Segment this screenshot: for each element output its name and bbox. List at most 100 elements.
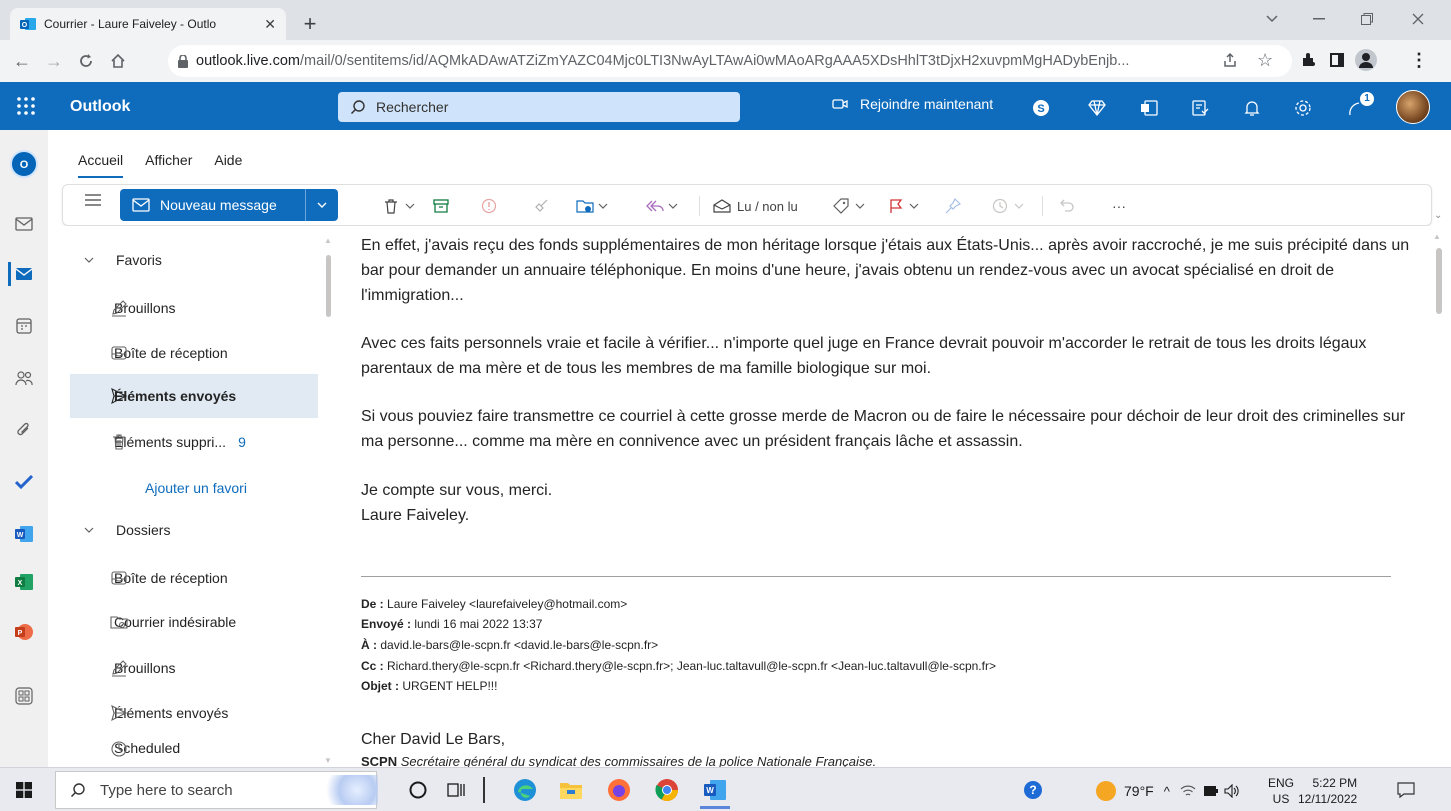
flag-icon[interactable] [889,194,919,218]
favorite-sent-items[interactable]: Éléments envoyés [70,374,318,418]
tab-search-icon[interactable] [1249,4,1295,34]
help-icon[interactable]: ? [1022,779,1044,801]
premium-diamond-icon[interactable] [1085,96,1109,120]
chevron-up-icon[interactable]: ^ [1164,784,1170,799]
folder-drafts[interactable]: Brouillons [70,649,318,687]
forward-icon[interactable]: → [38,45,70,77]
skype-icon[interactable]: S [1029,96,1053,120]
reading-scroll-up-icon[interactable]: ▲ [1433,232,1441,241]
move-to-folder-icon[interactable] [576,194,608,218]
chrome-icon[interactable] [654,777,680,803]
ribbon-collapse-chevron-icon[interactable]: ⌄ [1434,210,1442,221]
join-meeting-button[interactable]: Rejoindre maintenant [832,96,993,112]
close-tab-icon[interactable]: ✕ [264,16,276,33]
user-avatar[interactable] [1396,90,1430,124]
notification-center-icon[interactable] [1396,781,1416,799]
people-icon[interactable] [12,366,36,390]
report-icon[interactable] [481,194,497,218]
speaker-icon[interactable] [1224,784,1240,798]
svg-text:S: S [1037,103,1044,115]
folder-scroll-down-icon[interactable]: ▼ [324,756,332,765]
favorite-inbox[interactable]: Boîte de réception [70,334,318,372]
word-taskbar-icon[interactable]: W [702,777,728,803]
new-message-label: Nouveau message [160,197,277,213]
attachment-icon[interactable] [12,418,36,442]
new-message-button[interactable]: Nouveau message [120,189,338,221]
address-bar[interactable]: outlook.live.com/mail/0/sentitems/id/AQM… [168,45,1292,77]
outlook-app-icon[interactable]: O [10,150,38,178]
reload-icon[interactable] [70,45,102,77]
folder-pane-scrollbar[interactable] [326,255,331,317]
undo-icon[interactable] [1059,194,1075,218]
more-apps-icon[interactable] [12,684,36,708]
folder-label: Éléments envoyés [114,705,229,721]
powerpoint-app-icon[interactable]: P [12,620,36,644]
cortana-icon[interactable] [408,780,428,800]
home-icon[interactable] [102,45,134,77]
mail-icon[interactable] [12,262,36,286]
favorite-drafts[interactable]: Brouillons [70,289,318,327]
bell-icon[interactable] [1240,96,1264,120]
my-day-icon[interactable] [1188,96,1212,120]
close-window-button[interactable] [1395,4,1441,34]
pin-icon[interactable] [945,194,961,218]
sweep-icon[interactable] [533,194,549,218]
outlook-brand[interactable]: Outlook [70,98,130,116]
weather-sun-icon[interactable] [1096,781,1116,801]
word-app-icon[interactable]: W [12,522,36,546]
app-launcher-icon[interactable] [16,96,36,116]
battery-icon[interactable] [1203,786,1218,796]
profile-icon[interactable] [1355,49,1377,71]
restore-button[interactable] [1344,4,1390,34]
taskbar-search-box[interactable]: Type here to search [55,771,378,809]
task-view-icon[interactable] [446,780,466,800]
windows-start-icon[interactable] [16,782,32,798]
read-unread-button[interactable]: Lu / non lu [713,194,798,218]
share-icon[interactable] [1222,52,1238,68]
tab-accueil[interactable]: Accueil [78,152,124,178]
weather-temperature[interactable]: 79°F [1124,783,1154,799]
folder-scheduled[interactable]: Scheduled [70,739,318,767]
mail-outline-icon[interactable] [12,212,36,236]
browser-tab[interactable]: O Courrier - Laure Faiveley - Outlo ✕ [10,8,286,40]
firefox-icon[interactable] [606,777,632,803]
snooze-clock-icon[interactable] [992,194,1024,218]
reply-all-icon[interactable] [644,194,678,218]
hamburger-menu-icon[interactable] [84,193,104,213]
bookmark-star-icon[interactable]: ☆ [1257,50,1273,71]
network-icon[interactable] [1180,784,1196,798]
minimize-button[interactable] [1296,4,1342,34]
folder-inbox[interactable]: Boîte de réception [70,559,318,597]
chevron-down-icon[interactable] [306,202,338,208]
side-panel-icon[interactable] [1329,52,1345,68]
folder-scroll-up-icon[interactable]: ▲ [324,236,332,245]
browser-menu-icon[interactable]: ⋮ [1410,50,1428,71]
category-tag-icon[interactable] [833,194,865,218]
favorites-header[interactable]: Favoris [84,252,162,268]
reading-pane-scrollbar[interactable] [1436,248,1442,314]
new-tab-button[interactable]: + [298,11,322,36]
todo-check-icon[interactable] [12,470,36,494]
excel-app-icon[interactable]: X [12,570,36,594]
folders-header[interactable]: Dossiers [84,522,170,538]
office-word-icon[interactable] [1137,96,1161,120]
more-options-button[interactable]: ··· [1112,194,1126,218]
archive-icon[interactable] [433,194,449,218]
settings-gear-icon[interactable] [1291,96,1315,120]
folder-junk[interactable]: Courrier indésirable [70,603,318,641]
tab-aide[interactable]: Aide [214,152,242,178]
delete-button[interactable] [383,194,415,218]
lock-icon[interactable] [178,54,188,68]
folder-sent-items[interactable]: Éléments envoyés [70,694,318,732]
taskbar-clock[interactable]: 5:22 PM 12/11/2022 [1298,775,1357,807]
extensions-icon[interactable] [1300,52,1316,68]
calendar-icon[interactable] [12,314,36,338]
favorite-deleted-items[interactable]: Éléments suppri... 9 [70,423,318,461]
search-box[interactable]: Rechercher [338,92,740,122]
input-language[interactable]: ENG US [1268,775,1294,807]
back-icon[interactable]: ← [6,45,38,77]
file-explorer-icon[interactable] [558,777,584,803]
edge-icon[interactable] [512,777,538,803]
add-favorite-link[interactable]: Ajouter un favori [145,480,247,496]
tab-afficher[interactable]: Afficher [145,152,192,178]
